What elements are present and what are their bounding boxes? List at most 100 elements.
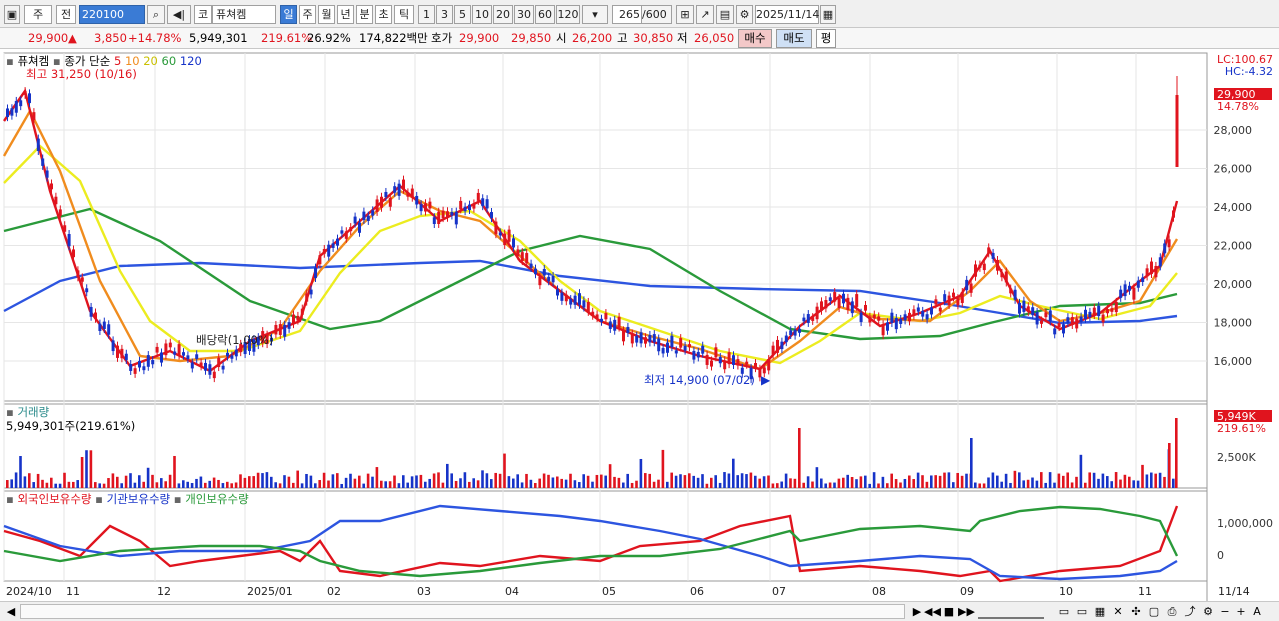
grid-icon[interactable]: ▦: [1092, 604, 1108, 619]
volume-bar: [353, 478, 357, 488]
volume-bar: [582, 474, 585, 488]
candle-body: [996, 259, 999, 271]
crosshair-icon[interactable]: ✣: [1128, 604, 1144, 619]
period-week[interactable]: 주: [299, 5, 316, 24]
interval-10[interactable]: 10: [472, 5, 492, 24]
volume-bar: [322, 472, 326, 488]
candle-body: [208, 364, 212, 375]
interval-5[interactable]: 5: [454, 5, 471, 24]
compare-icon[interactable]: ✕: [1110, 604, 1126, 619]
type-select[interactable]: 전: [56, 5, 76, 24]
scroll-right-icon[interactable]: ▶: [910, 604, 924, 619]
period-month[interactable]: 월: [318, 5, 335, 24]
search-icon[interactable]: ⌕: [147, 5, 165, 24]
candle-body: [177, 344, 181, 356]
count-input[interactable]: 265: [612, 5, 642, 24]
zoom-area-icon[interactable]: ▭: [1074, 604, 1090, 619]
interval-3[interactable]: 3: [436, 5, 453, 24]
code-input[interactable]: 220100: [79, 5, 145, 24]
zoom-slider[interactable]: [978, 604, 1044, 619]
volume-bar: [666, 481, 669, 488]
volume-bar: [626, 473, 629, 488]
print-icon[interactable]: ⎙: [1164, 604, 1180, 619]
volume-tick-label: 2,500K: [1217, 451, 1256, 464]
market-select[interactable]: 주: [24, 5, 52, 24]
candle-body: [542, 268, 546, 276]
candle-body: [204, 362, 207, 371]
zoom-fit-icon[interactable]: ▭: [1056, 604, 1072, 619]
candle-body: [380, 196, 383, 208]
interval-30[interactable]: 30: [514, 5, 534, 24]
sell-button[interactable]: 매도: [776, 29, 812, 48]
scroll-left-icon[interactable]: ◀: [4, 604, 18, 619]
candle-body: [551, 275, 555, 283]
average-button[interactable]: 평: [816, 29, 836, 48]
horizontal-scrollbar[interactable]: [20, 604, 905, 619]
save-icon[interactable]: ▤: [716, 5, 734, 24]
interval-20[interactable]: 20: [493, 5, 513, 24]
candle-body: [85, 288, 89, 293]
volume-bar: [996, 475, 999, 488]
candle-body: [292, 314, 295, 325]
volume-spike-bar: [970, 438, 973, 488]
volume-bar: [732, 458, 735, 488]
volume-bar: [1013, 470, 1017, 488]
rewind-icon[interactable]: ◀◀: [924, 604, 941, 619]
volume-bar: [507, 476, 511, 488]
holding-tick-label: 1,000,000: [1217, 517, 1273, 530]
font-size-icon[interactable]: A: [1250, 604, 1264, 619]
date-input[interactable]: 2025/11/14: [755, 5, 819, 24]
export-icon[interactable]: ⤴: [1182, 604, 1198, 619]
candle-body: [806, 314, 810, 323]
interval-120[interactable]: 120: [556, 5, 580, 24]
interval-1[interactable]: 1: [418, 5, 435, 24]
zoom-out-icon[interactable]: −: [1218, 604, 1232, 619]
speaker-icon[interactable]: ◀|: [167, 5, 191, 24]
period-minute[interactable]: 분: [356, 5, 373, 24]
candle-body: [278, 324, 282, 335]
volume-bar: [934, 475, 937, 488]
kind-select[interactable]: 코: [194, 5, 212, 24]
stock-name-field[interactable]: 퓨쳐켐: [212, 5, 276, 24]
tools-icon[interactable]: ⊞: [676, 5, 694, 24]
period-day[interactable]: 일: [280, 5, 297, 24]
volume-bar: [868, 483, 871, 488]
volume-bar: [406, 482, 409, 488]
volume-bar: [1141, 464, 1144, 488]
volume-bar: [516, 474, 519, 488]
forward-icon[interactable]: ▶▶: [958, 604, 975, 619]
copy-icon[interactable]: ▢: [1146, 604, 1162, 619]
chart-area[interactable]: 28,000 26,000 24,000 22,000 20,000 18,000 16,0…: [0, 51, 1279, 602]
layout-icon[interactable]: ▣: [4, 5, 20, 24]
volume-bar: [802, 482, 805, 488]
chevron-down-icon[interactable]: ▾: [582, 5, 608, 24]
candle-body: [327, 244, 331, 257]
candle-body: [287, 322, 291, 329]
candle-body: [230, 355, 234, 359]
period-second[interactable]: 초: [375, 5, 392, 24]
volume-bar: [784, 473, 788, 488]
candle-body: [824, 300, 828, 309]
candle-body: [586, 301, 590, 312]
draw-icon[interactable]: ↗: [696, 5, 714, 24]
period-tick[interactable]: 틱: [394, 5, 414, 24]
candle-body: [111, 340, 115, 352]
period-year[interactable]: 년: [337, 5, 354, 24]
volume-bar: [837, 478, 841, 488]
interval-60[interactable]: 60: [535, 5, 555, 24]
stock-chart[interactable]: 28,000 26,000 24,000 22,000 20,000 18,000 16,0…: [0, 51, 1279, 602]
candle-body: [358, 222, 361, 233]
settings-icon[interactable]: ⚙: [1200, 604, 1216, 619]
trade-amount: 174,822백만: [359, 31, 428, 45]
candle-body: [63, 225, 67, 232]
candle-body: [1141, 277, 1145, 283]
buy-button[interactable]: 매수: [738, 29, 772, 48]
stop-icon[interactable]: ■: [942, 604, 956, 619]
zoom-in-icon[interactable]: +: [1234, 604, 1248, 619]
candle-body: [921, 310, 925, 317]
volume-bar: [710, 477, 713, 488]
volume-bar: [454, 480, 458, 488]
gear-icon[interactable]: ⚙: [736, 5, 753, 24]
candle-body: [89, 306, 93, 317]
calendar-icon[interactable]: ▦: [820, 5, 836, 24]
